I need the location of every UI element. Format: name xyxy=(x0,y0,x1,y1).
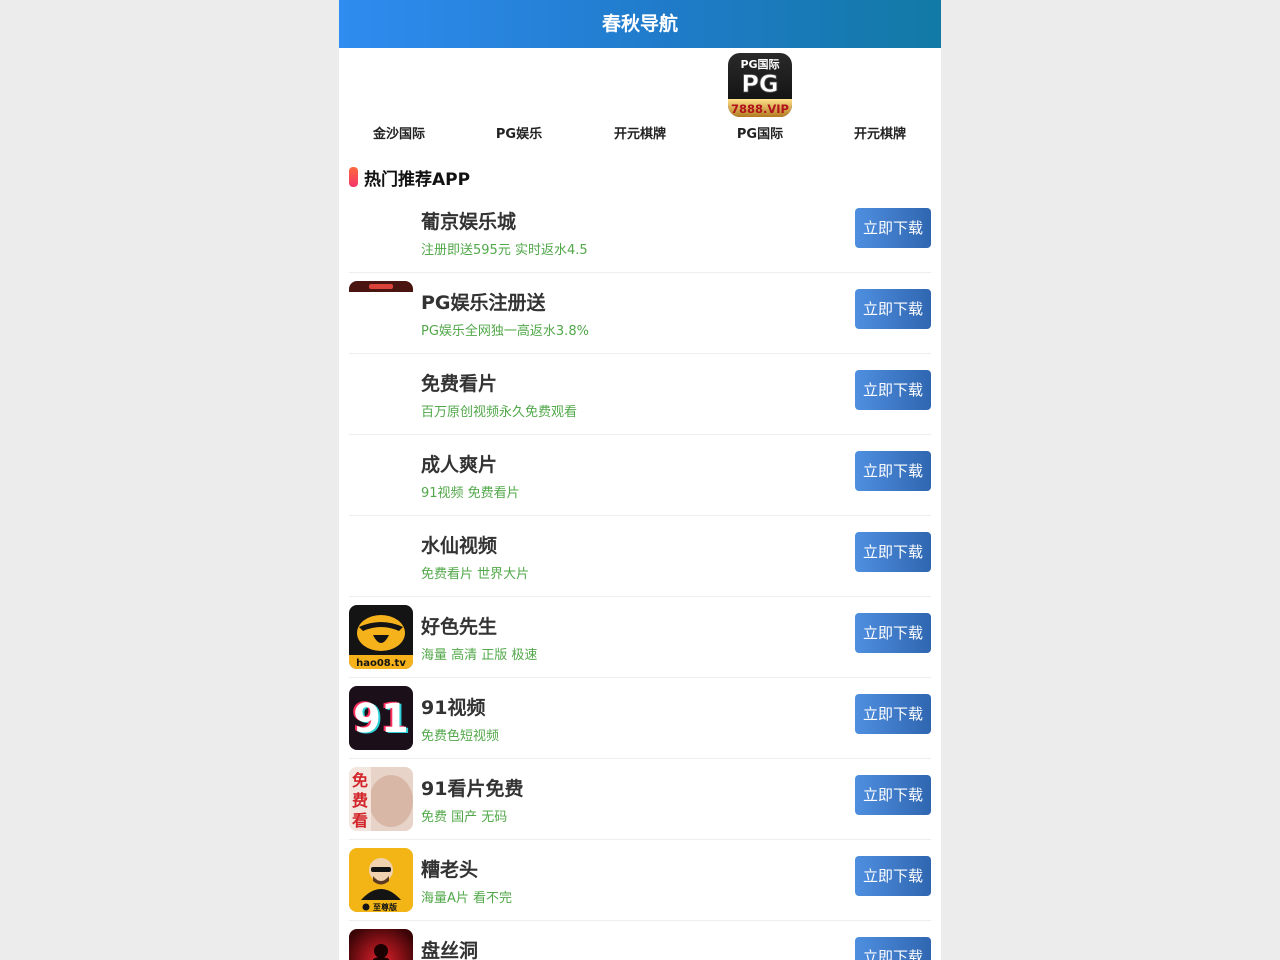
app-name[interactable]: 免费看片 xyxy=(421,369,497,396)
quick-nav: 金沙国际 PG娱乐 开元棋牌 PG国际 PG 7888.VIP PG国际 开元棋… xyxy=(339,48,941,148)
download-button[interactable]: 立即下载 xyxy=(855,370,931,410)
pg-logo-bottom-text: 7888.VIP xyxy=(731,102,789,116)
quick-nav-label: 开元棋牌 xyxy=(613,127,666,142)
section-title-text: 热门推荐APP xyxy=(364,169,471,190)
page-title: 春秋导航 xyxy=(339,0,941,48)
list-item: 葡京娱乐城 注册即送595元 实时返水4.5 立即下载 xyxy=(349,192,931,273)
app-name[interactable]: PG娱乐注册送 xyxy=(421,288,546,315)
free-watch-icon-text: 看 xyxy=(351,811,368,830)
pg-logo-mid-text: PG xyxy=(741,70,778,98)
quick-nav-item-kaiyuan-2[interactable]: 开元棋牌 xyxy=(820,48,940,148)
old-man-icon[interactable]: 至尊版 xyxy=(349,848,413,912)
quick-nav-item-pg-guoji[interactable]: PG国际 PG 7888.VIP PG国际 xyxy=(700,48,820,148)
list-item: 免费看片 百万原创视频永久免费观看 立即下载 xyxy=(349,354,931,435)
app-name[interactable]: 葡京娱乐城 xyxy=(421,207,516,234)
hao08-icon[interactable]: hao08.tv xyxy=(349,605,413,669)
pg-logo-top-text: PG国际 xyxy=(740,57,779,71)
app-description: 注册即送595元 实时返水4.5 xyxy=(421,243,588,258)
app-name[interactable]: 好色先生 xyxy=(421,612,497,639)
app-name[interactable]: 91看片免费 xyxy=(421,774,523,801)
quick-nav-item-kaiyuan[interactable]: 开元棋牌 xyxy=(580,48,700,148)
app-name[interactable]: 盘丝洞 xyxy=(421,936,478,960)
quick-nav-label: 开元棋牌 xyxy=(853,127,906,142)
list-item: 成人爽片 91视频 免费看片 立即下载 xyxy=(349,435,931,516)
quick-nav-label: PG国际 xyxy=(736,127,784,142)
hao08-icon-text: hao08.tv xyxy=(356,658,406,669)
app-description: 海量 高清 正版 极速 xyxy=(421,648,538,663)
list-item: 水仙视频 免费看片 世界大片 立即下载 xyxy=(349,516,931,597)
download-button[interactable]: 立即下载 xyxy=(855,613,931,653)
app-description: 免费看片 世界大片 xyxy=(421,567,530,582)
download-button[interactable]: 立即下载 xyxy=(855,532,931,572)
download-button[interactable]: 立即下载 xyxy=(855,451,931,491)
section-heading: 热门推荐APP xyxy=(349,166,471,190)
pg-thumb-icon[interactable] xyxy=(349,281,413,345)
app-name[interactable]: 91视频 xyxy=(421,693,485,720)
list-item: PG娱乐注册送 PG娱乐全网独一高返水3.8% 立即下载 xyxy=(349,273,931,354)
video91-icon[interactable]: 91 91 91 xyxy=(349,686,413,750)
download-button[interactable]: 立即下载 xyxy=(855,289,931,329)
section-title-bar-icon xyxy=(349,167,358,187)
quick-nav-item-pg-yule[interactable]: PG娱乐 xyxy=(459,48,579,148)
download-button[interactable]: 立即下载 xyxy=(855,694,931,734)
old-man-icon-text: 至尊版 xyxy=(373,902,397,912)
free-watch-icon-text: 免 xyxy=(352,771,368,790)
app-list: 葡京娱乐城 注册即送595元 实时返水4.5 立即下载 PG娱乐注册送 PG娱乐… xyxy=(349,192,931,960)
list-item: 盘丝洞 立即下载 xyxy=(349,921,931,960)
pansidong-icon[interactable] xyxy=(349,929,413,960)
app-name[interactable]: 成人爽片 xyxy=(421,450,497,477)
download-button[interactable]: 立即下载 xyxy=(855,937,931,960)
pg-logo-icon: PG国际 PG 7888.VIP xyxy=(728,53,792,117)
free-watch-icon[interactable]: 免 费 看 xyxy=(349,767,413,831)
free-watch-icon-text: 费 xyxy=(352,791,368,810)
app-description: 百万原创视频永久免费观看 xyxy=(421,405,578,420)
download-button[interactable]: 立即下载 xyxy=(855,775,931,815)
download-button[interactable]: 立即下载 xyxy=(855,856,931,896)
app-description: 海量A片 看不完 xyxy=(421,891,513,906)
download-button[interactable]: 立即下载 xyxy=(855,208,931,248)
video91-icon-text: 91 xyxy=(353,696,409,742)
list-item: 免 费 看 91看片免费 免费 国产 无码 立即下载 xyxy=(349,759,931,840)
list-item: 至尊版 糟老头 海量A片 看不完 立即下载 xyxy=(349,840,931,921)
app-description: 免费色短视频 xyxy=(421,729,500,744)
app-description: 免费 国产 无码 xyxy=(421,810,508,825)
page: 春秋导航 金沙国际 PG娱乐 开元棋牌 PG国际 PG 7888.VIP PG国… xyxy=(339,0,941,960)
quick-nav-item-jinsha[interactable]: 金沙国际 xyxy=(339,48,459,148)
app-name[interactable]: 糟老头 xyxy=(421,855,478,882)
quick-nav-label: 金沙国际 xyxy=(372,127,425,142)
list-item: hao08.tv 好色先生 海量 高清 正版 极速 立即下载 xyxy=(349,597,931,678)
app-description: 91视频 免费看片 xyxy=(421,486,520,501)
app-description: PG娱乐全网独一高返水3.8% xyxy=(421,324,589,339)
list-item: 91 91 91 91视频 免费色短视频 立即下载 xyxy=(349,678,931,759)
app-name[interactable]: 水仙视频 xyxy=(421,531,497,558)
quick-nav-label: PG娱乐 xyxy=(495,127,543,142)
